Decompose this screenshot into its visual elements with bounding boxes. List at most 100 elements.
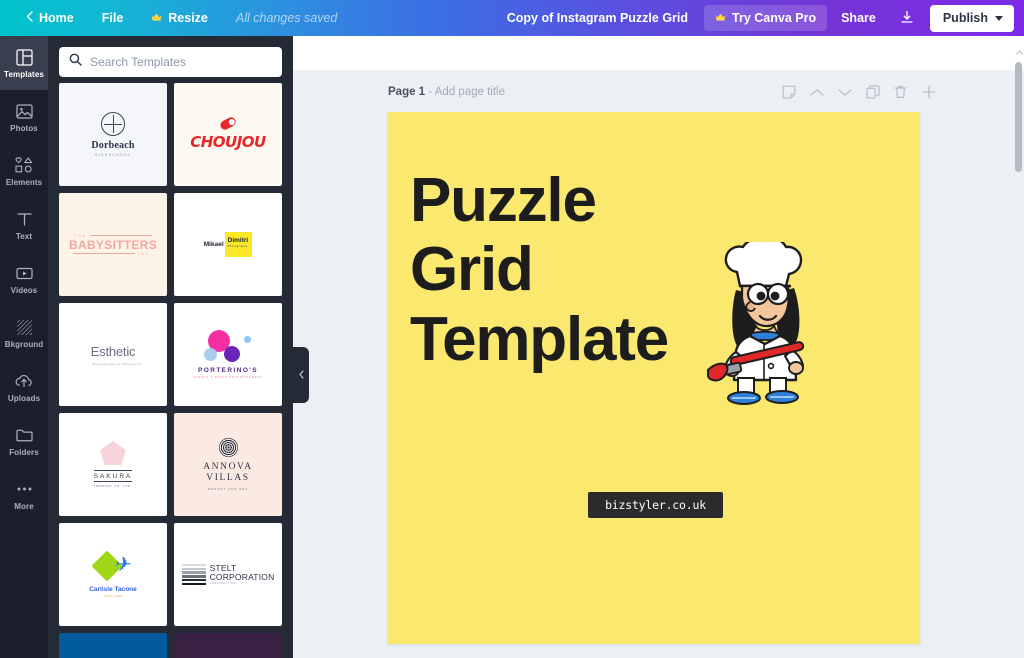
publish-button[interactable]: Publish [929,4,1014,32]
template-name: BABYSITTERS [69,237,157,252]
template-card[interactable]: SAKURA TRADING CO. LTD. [59,413,167,516]
photos-icon [15,102,34,121]
top-bar-left-group: Home File Resize All changes saved [0,0,351,36]
chevron-left-icon [26,11,33,25]
template-thumbnail-porterinos: PORTERINO'S EVENTS & PARTY ENTERTAINMENT [174,303,282,406]
template-subtitle: TRADING CO. LTD. [93,484,133,488]
sidebar-item-folders[interactable]: Folders [0,414,48,468]
download-button[interactable] [890,5,924,31]
sidebar-item-text[interactable]: Text [0,198,48,252]
sidebar-item-photos[interactable]: Photos [0,90,48,144]
download-icon [900,10,914,27]
template-thumbnail-babysitters: THE BABYSITTERS INC. [59,193,167,296]
page-number-label: Page 1 [388,86,426,98]
template-name: STELT CORPORATION [209,562,275,582]
sidebar-item-label: Text [15,231,33,241]
spiral-logo-icon [218,438,238,458]
sidebar-item-videos[interactable]: Videos [0,252,48,306]
template-card[interactable] [174,633,282,658]
template-subtitle: Dermatologia de laboratorio [92,361,141,366]
template-name: PORTERINO'S [198,367,258,374]
bars-logo-icon [181,563,206,586]
babysitters-suffix: INC. [138,251,153,256]
duplicate-icon[interactable] [865,85,880,100]
template-name: Esthetic [90,343,136,359]
divider [90,234,152,237]
url-badge[interactable]: bizstyler.co.uk [588,492,723,518]
search-container [48,36,293,83]
template-card[interactable] [59,633,167,658]
notes-icon[interactable] [781,85,796,100]
folders-icon [15,426,34,445]
template-thumbnail-mikael-dimitri: Mikael Dimitri Photography [174,193,282,296]
top-bar-right-group: Copy of Instagram Puzzle Grid Try Canva … [491,4,1024,32]
sidebar-item-uploads[interactable]: Uploads [0,360,48,414]
top-bar: Home File Resize All changes saved Copy … [0,0,1024,36]
file-menu-button[interactable]: File [88,0,138,36]
template-subtitle: RESORT AND SPA [208,486,248,491]
try-canva-pro-label: Try Canva Pro [732,11,817,25]
editor-scrollbar[interactable] [1014,36,1024,658]
design-canvas[interactable]: Puzzle Grid Template bizstyler.co.uk [388,112,920,644]
crown-icon [151,11,162,25]
template-card[interactable]: Esthetic Dermatologia de laboratorio [59,303,167,406]
home-button[interactable]: Home [12,0,88,36]
resize-button[interactable]: Resize [137,0,222,36]
divider [73,252,135,255]
scrollbar-thumb[interactable] [1015,62,1022,172]
template-name: SAKURA [93,470,133,482]
editor-area: Page 1 - Add page title Puzzle Grid Temp… [293,36,1024,658]
template-name: Carlisle Tacone [89,585,137,593]
editor-toolbar-strip [293,36,1024,70]
chevron-left-icon [298,369,304,381]
share-button[interactable]: Share [827,5,890,31]
move-down-icon[interactable] [837,85,852,100]
page-title-row[interactable]: Page 1 - Add page title [388,86,505,98]
template-card[interactable]: STELT CORPORATION CONSTRUCTION [174,523,282,626]
page-tools [781,85,936,100]
chef-mascot-illustration[interactable] [706,237,822,406]
sidebar-item-label: More [14,501,34,511]
template-card[interactable]: ANNOVA VILLAS RESORT AND SPA [174,413,282,516]
template-grid[interactable]: Dorbeach HIGHSCHOOL CHOUJOU THE BABYSITT… [48,83,293,658]
delete-icon[interactable] [893,85,908,100]
elements-icon [15,156,34,175]
dots-logo-icon [202,330,254,364]
sidebar-item-more[interactable]: More [0,468,48,522]
panel-collapse-handle[interactable] [293,347,309,403]
move-up-icon[interactable] [809,85,824,100]
page-title-separator: - [425,86,435,98]
sidebar-item-elements[interactable]: Elements [0,144,48,198]
search-input[interactable] [90,55,272,69]
save-status-label: All changes saved [235,11,338,25]
document-title[interactable]: Copy of Instagram Puzzle Grid [491,11,704,25]
sidebar-item-label: Uploads [7,393,41,403]
template-thumbnail-stelt-corporation: STELT CORPORATION CONSTRUCTION [174,523,282,626]
sidebar-item-label: Bkground [4,339,44,349]
page-bar: Page 1 - Add page title [388,80,936,104]
template-card[interactable]: PORTERINO'S EVENTS & PARTY ENTERTAINMENT [174,303,282,406]
template-card[interactable]: Mikael Dimitri Photography [174,193,282,296]
template-name-part2: Dimitri [227,237,249,244]
scroll-up-icon[interactable] [1015,48,1023,56]
template-thumbnail-blue [59,633,167,658]
template-card[interactable]: ✈ Carlisle Tacone Travel, rebuild [59,523,167,626]
chevron-down-icon [995,15,1003,21]
template-card[interactable]: Dorbeach HIGHSCHOOL [59,83,167,186]
template-card[interactable]: THE BABYSITTERS INC. [59,193,167,296]
template-thumbnail-purple [174,633,282,658]
sidebar-item-label: Templates [4,69,44,79]
template-card[interactable]: CHOUJOU [174,83,282,186]
template-thumbnail-carlisle-tacone: ✈ Carlisle Tacone Travel, rebuild [59,523,167,626]
url-label: bizstyler.co.uk [605,498,706,512]
canvas-title-line: Puzzle [410,166,597,235]
search-box[interactable] [59,47,282,77]
page-title-placeholder[interactable]: Add page title [435,86,505,98]
add-page-icon[interactable] [921,85,936,100]
share-label: Share [841,11,876,25]
left-rail: Templates Photos Elements Text Videos Bk… [0,36,48,658]
try-canva-pro-button[interactable]: Try Canva Pro [704,5,828,31]
sidebar-item-background[interactable]: Bkground [0,306,48,360]
sidebar-item-templates[interactable]: Templates [0,36,48,90]
sidebar-item-label: Folders [9,447,39,457]
